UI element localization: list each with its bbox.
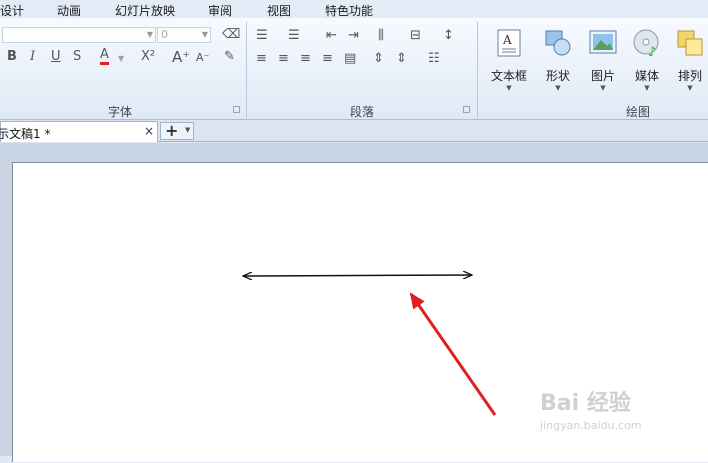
bullet-list-icon[interactable]: ☰ <box>256 28 268 44</box>
shapes-button[interactable]: 形状 ▼ <box>536 26 580 100</box>
document-tab-title: 示文稿1 * <box>0 127 51 141</box>
font-dialog-launcher-icon[interactable] <box>233 106 240 113</box>
chevron-down-icon: ▼ <box>644 84 650 92</box>
media-icon: ♪ <box>633 29 659 60</box>
paragraph-spacing-icon[interactable]: ⇕ <box>373 51 384 67</box>
menu-item-animation[interactable]: 动画 <box>57 2 81 19</box>
decrease-indent-icon[interactable]: ⇤ <box>326 28 337 44</box>
svg-text:A: A <box>502 33 512 47</box>
align-text-icon[interactable]: ⊟ <box>410 28 421 44</box>
justify-icon[interactable]: ≡ <box>322 51 333 67</box>
chevron-down-icon: ▼ <box>555 84 561 92</box>
drawing-group-label: 绘图 <box>626 105 651 119</box>
indent-spacing-icon[interactable]: ⇕ <box>396 51 407 67</box>
clear-format-icon[interactable]: ⌫ <box>222 27 240 43</box>
menu-bar: 设计 动画 幻灯片放映 审阅 视图 特色功能 <box>0 0 708 18</box>
underline-button[interactable]: U <box>51 49 61 65</box>
italic-button[interactable]: I <box>30 49 35 65</box>
chevron-down-icon: ▼ <box>506 84 512 92</box>
increase-indent-icon[interactable]: ⇥ <box>348 28 359 44</box>
menu-item-design[interactable]: 设计 <box>0 2 24 19</box>
bold-button[interactable]: B <box>7 49 17 65</box>
line-spacing-icon[interactable]: ↕ <box>443 28 454 44</box>
grow-font-button[interactable]: A⁺ <box>172 49 190 65</box>
red-annotation-arrow <box>409 292 497 416</box>
baidu-watermark: Bai 经验 jingyan.baidu.com <box>540 385 642 432</box>
svg-text:♪: ♪ <box>648 45 656 58</box>
chevron-down-icon[interactable]: ▼ <box>118 51 124 67</box>
superscript-button[interactable]: X² <box>141 49 155 65</box>
chevron-down-icon: ▼ <box>201 30 208 39</box>
columns-icon[interactable]: ☷ <box>428 51 440 67</box>
menu-item-special[interactable]: 特色功能 <box>325 2 373 19</box>
font-name-combo[interactable]: ▼ <box>2 27 156 43</box>
watermark-url: jingyan.baidu.com <box>540 419 642 432</box>
picture-button[interactable]: 图片 ▼ <box>581 26 625 100</box>
document-tab[interactable]: 示文稿1 * × <box>0 121 158 142</box>
double-arrow-line[interactable] <box>243 275 472 276</box>
media-button[interactable]: ♪ 媒体 ▼ <box>625 26 669 100</box>
font-size-combo[interactable]: 0 ▼ <box>157 27 211 43</box>
chevron-down-icon[interactable]: ▼ <box>185 126 190 134</box>
font-size-value: 0 <box>161 28 168 41</box>
numbered-list-icon[interactable]: ☰ <box>288 28 300 44</box>
picture-label: 图片 <box>590 69 615 83</box>
new-tab-button[interactable]: + ▼ <box>160 121 194 140</box>
shapes-label: 形状 <box>545 69 570 83</box>
arrange-button[interactable]: 排列 ▼ <box>668 26 708 100</box>
text-direction-icon[interactable]: ⫼ <box>378 28 384 44</box>
close-icon[interactable]: × <box>144 124 154 138</box>
font-color-button[interactable]: A <box>100 48 109 65</box>
menu-item-slideshow[interactable]: 幻灯片放映 <box>115 2 175 19</box>
strikethrough-button[interactable]: S <box>73 49 81 65</box>
paragraph-group-label: 段落 <box>350 105 375 119</box>
picture-icon <box>589 30 617 54</box>
chevron-down-icon: ▼ <box>687 84 693 92</box>
textbox-button[interactable]: A 文本框 ▼ <box>487 26 531 100</box>
ribbon: ▼ 0 ▼ ⌫ B I U S A ▼ X² A⁺ A⁻ ✎ 字体 ☰ ☰ ⇤ … <box>0 18 708 120</box>
align-center-icon[interactable]: ≡ <box>278 51 289 67</box>
format-painter-icon[interactable]: ✎ <box>224 49 235 65</box>
media-label: 媒体 <box>634 69 659 83</box>
group-divider <box>246 22 247 118</box>
arrange-icon <box>677 30 703 56</box>
menu-item-review[interactable]: 审阅 <box>208 2 232 19</box>
align-left-icon[interactable]: ≡ <box>256 51 267 67</box>
document-tab-strip: 示文稿1 * × + ▼ <box>0 120 708 142</box>
textbox-label: 文本框 <box>490 69 527 83</box>
chevron-down-icon: ▼ <box>146 30 153 39</box>
group-divider <box>477 22 478 118</box>
shapes-icon <box>545 30 571 56</box>
arrange-label: 排列 <box>677 69 702 83</box>
font-group-label: 字体 <box>108 105 133 119</box>
menu-item-view[interactable]: 视图 <box>267 2 291 19</box>
distributed-icon[interactable]: ▤ <box>344 51 356 67</box>
watermark-brand: Bai 经验 <box>540 391 631 416</box>
chevron-down-icon: ▼ <box>600 84 606 92</box>
textbox-icon: A <box>497 29 521 57</box>
align-right-icon[interactable]: ≡ <box>300 51 311 67</box>
plus-icon: + <box>165 121 179 140</box>
paragraph-dialog-launcher-icon[interactable] <box>463 106 470 113</box>
shrink-font-button[interactable]: A⁻ <box>196 50 209 66</box>
